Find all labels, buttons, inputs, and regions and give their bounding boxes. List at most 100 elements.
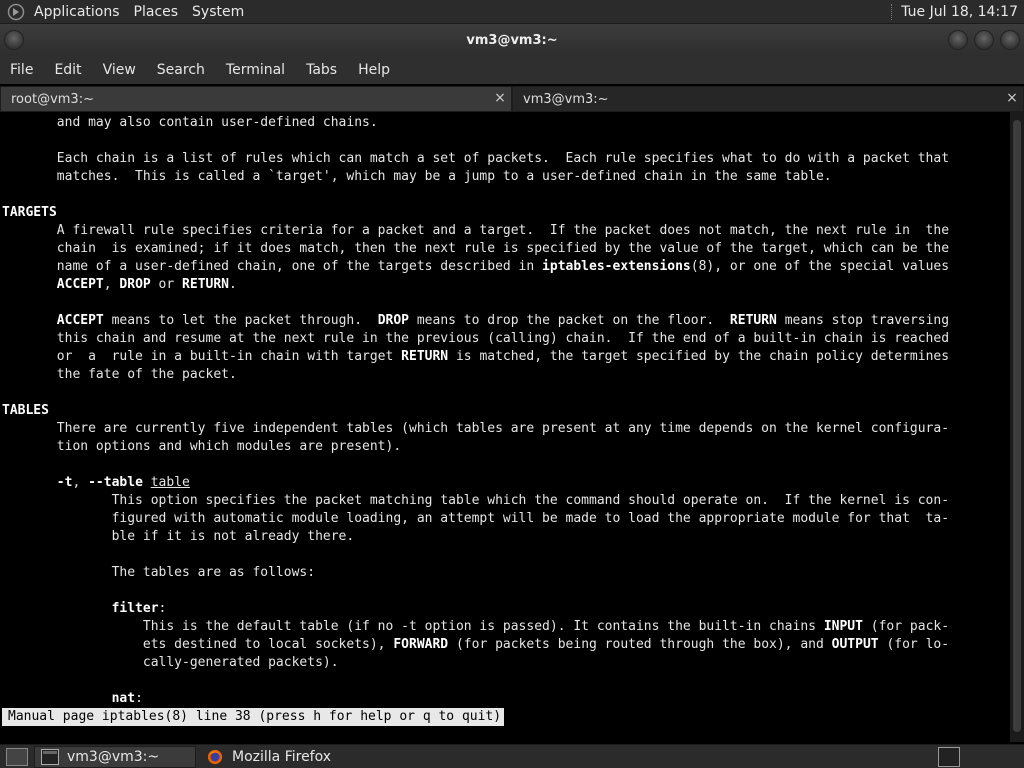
menu-view[interactable]: View <box>103 62 136 78</box>
tab-label: root@vm3:~ <box>11 91 94 107</box>
terminal-text: --table <box>88 475 143 490</box>
terminal-text: matches. This is called a `target', whic… <box>2 169 832 184</box>
terminal-text: . <box>229 277 237 292</box>
terminal-text: cally-generated packets). <box>2 655 339 670</box>
terminal-text: (8), or one of the special values <box>690 259 950 274</box>
taskbar-item-label: Mozilla Firefox <box>232 748 332 765</box>
terminal-text: tion options and which modules are prese… <box>2 439 402 454</box>
pager-status-line: Manual page iptables(8) line 38 (press h… <box>2 708 505 726</box>
terminal-text: means stop traversing <box>776 313 950 328</box>
window-title: vm3@vm3:~ <box>466 32 558 48</box>
terminal-text: TARGETS <box>2 205 57 220</box>
menu-help[interactable]: Help <box>358 62 390 78</box>
menu-search[interactable]: Search <box>157 62 205 78</box>
scrollbar-thumb[interactable] <box>1013 120 1021 732</box>
terminal-text: (for packets being routed through the bo… <box>448 637 832 652</box>
terminal-text: iptables-extensions <box>542 259 691 274</box>
terminal-text: There are currently five independent tab… <box>2 421 950 436</box>
taskbar-item-firefox[interactable]: Mozilla Firefox <box>200 746 339 768</box>
terminal-text: : <box>158 601 167 616</box>
window-titlebar[interactable]: vm3@vm3:~ <box>0 24 1024 56</box>
terminal-text: this chain and resume at the next rule i… <box>2 331 950 346</box>
taskbar-item-terminal[interactable]: vm3@vm3:~ <box>34 745 196 768</box>
terminal-text: This option specifies the packet matchin… <box>2 493 950 508</box>
terminal-text: The tables are as follows: <box>2 565 316 580</box>
terminal-line: This is the default table (if no -t opti… <box>2 618 949 636</box>
terminal-text: means to let the packet through. <box>103 313 378 328</box>
terminal-line: ACCEPT means to let the packet through. … <box>2 312 949 330</box>
terminal-text: This is the default table (if no -t opti… <box>2 619 824 634</box>
terminal-line: The tables are as follows: <box>2 564 316 582</box>
terminal-line: A firewall rule specifies criteria for a… <box>2 222 949 240</box>
places-menu[interactable]: Places <box>134 4 179 20</box>
menu-tabs[interactable]: Tabs <box>306 62 337 78</box>
terminal-text: name of a user-defined chain, one of the… <box>2 259 543 274</box>
terminal-text: RETURN <box>182 277 230 292</box>
terminal-text: Each chain is a list of rules which can … <box>2 151 950 166</box>
terminal-text: or <box>150 277 183 292</box>
terminal-line: ble if it is not already there. <box>2 528 355 546</box>
tray-terminal-icon[interactable] <box>938 747 960 767</box>
terminal-line: ets destined to local sockets), FORWARD … <box>2 636 949 654</box>
maximize-button[interactable] <box>974 30 994 50</box>
menu-file[interactable]: File <box>10 62 33 78</box>
tab-vm3[interactable]: vm3@vm3:~ × <box>512 86 1024 112</box>
close-tab-icon[interactable]: × <box>1005 91 1019 105</box>
terminal-text: , <box>103 277 120 292</box>
applications-menu[interactable]: Applications <box>34 4 120 20</box>
terminal-text: : <box>135 691 143 706</box>
terminal-text: , <box>72 475 89 490</box>
terminal-text: (for pack- <box>862 619 950 634</box>
terminal-text: filter <box>111 601 159 616</box>
terminal-text: TABLES <box>2 403 49 418</box>
terminal-line: There are currently five independent tab… <box>2 420 949 438</box>
window-menu-button[interactable] <box>4 30 24 50</box>
terminal-line: This option specifies the packet matchin… <box>2 492 949 510</box>
minimize-button[interactable] <box>948 30 968 50</box>
firefox-icon <box>207 749 223 764</box>
terminal-text: ble if it is not already there. <box>2 529 355 544</box>
terminal-line: TABLES <box>2 402 49 420</box>
menu-edit[interactable]: Edit <box>54 62 81 78</box>
menu-terminal[interactable]: Terminal <box>226 62 285 78</box>
terminal-line: or a rule in a built-in chain with targe… <box>2 348 949 366</box>
clock-area[interactable]: Tue Jul 18, 14:17 <box>891 0 1018 24</box>
terminal-text: ets destined to local sockets), <box>2 637 394 652</box>
terminal-text: chain is examined; if it does match, the… <box>2 241 950 256</box>
show-desktop-icon[interactable] <box>6 748 28 766</box>
terminal-line: cally-generated packets). <box>2 654 339 672</box>
terminal-line: and may also contain user-defined chains… <box>2 114 378 132</box>
terminal-text: figured with automatic module loading, a… <box>2 511 950 526</box>
terminal-text: -t <box>56 475 73 490</box>
terminal-text: A firewall rule specifies criteria for a… <box>2 223 950 238</box>
terminal-line: filter: <box>2 600 167 618</box>
terminal-line: matches. This is called a `target', whic… <box>2 168 832 186</box>
terminal-line: name of a user-defined chain, one of the… <box>2 258 949 276</box>
top-panel: Applications Places System Tue Jul 18, 1… <box>0 0 1024 24</box>
terminal-icon <box>41 748 59 765</box>
terminal-line: Each chain is a list of rules which can … <box>2 150 949 168</box>
terminal-text: ACCEPT <box>56 313 104 328</box>
terminal-line: TARGETS <box>2 204 57 222</box>
taskbar-item-label: vm3@vm3:~ <box>67 748 160 765</box>
terminal-scrollbar[interactable] <box>1010 112 1024 742</box>
bottom-panel: vm3@vm3:~ Mozilla Firefox <box>0 744 1024 768</box>
terminal-line: tion options and which modules are prese… <box>2 438 401 456</box>
distro-logo-icon[interactable] <box>6 2 26 22</box>
system-menu[interactable]: System <box>192 4 244 20</box>
terminal-output[interactable]: and may also contain user-defined chains… <box>0 112 1010 742</box>
terminal-text: the fate of the packet. <box>2 367 237 382</box>
terminal-line: chain is examined; if it does match, the… <box>2 240 949 258</box>
terminal-text: FORWARD <box>393 637 449 652</box>
tab-bar: root@vm3:~ × vm3@vm3:~ × <box>0 86 1024 112</box>
close-button[interactable] <box>1000 30 1020 50</box>
clock[interactable]: Tue Jul 18, 14:17 <box>901 4 1018 20</box>
tab-root[interactable]: root@vm3:~ × <box>0 86 512 112</box>
terminal-text: RETURN <box>729 313 777 328</box>
terminal-line: this chain and resume at the next rule i… <box>2 330 949 348</box>
panel-separator <box>891 4 893 20</box>
close-tab-icon[interactable]: × <box>493 91 507 105</box>
